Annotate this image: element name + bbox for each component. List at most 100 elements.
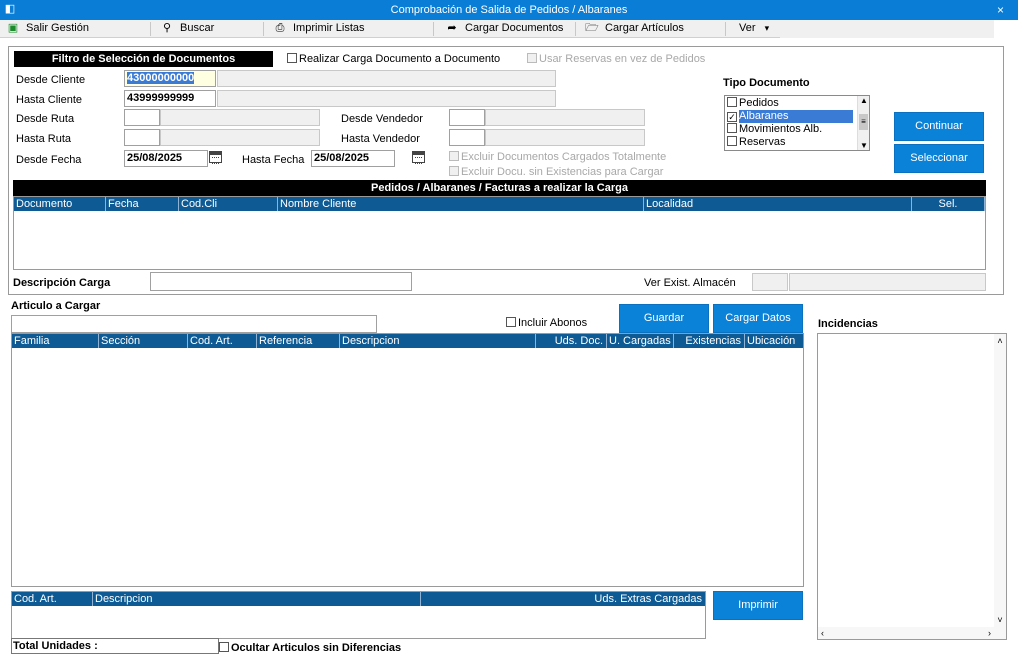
incidencias-hscrollbar[interactable]: ‹ › xyxy=(818,627,1006,639)
menu-buscar[interactable]: ⚲ Buscar xyxy=(160,20,214,38)
column-header[interactable]: Uds. Doc. xyxy=(536,334,607,348)
scroll-left-icon[interactable]: ‹ xyxy=(821,627,824,639)
desde-vendedor-name xyxy=(485,109,645,126)
articles-grid-columns: Familia Sección Cod. Art. Referencia Des… xyxy=(12,334,803,348)
realizar-carga-checkbox[interactable]: Realizar Carga Documento a Documento xyxy=(287,53,500,65)
total-unidades-label: Total Unidades : xyxy=(13,640,98,652)
menu-separator xyxy=(725,22,726,36)
column-header[interactable]: Sel. xyxy=(912,197,985,211)
list-item[interactable]: Reservas xyxy=(727,136,785,149)
column-header[interactable]: Fecha xyxy=(106,197,179,211)
tipo-documento-list[interactable]: Pedidos ✓ Albaranes Movimientos Alb. Rese… xyxy=(724,95,870,151)
menu-cargar-documentos[interactable]: ➦ Cargar Documentos xyxy=(445,20,563,38)
column-header[interactable]: Documento xyxy=(14,197,106,211)
desde-vendedor-input[interactable] xyxy=(449,109,485,126)
desde-ruta-label: Desde Ruta xyxy=(16,113,75,125)
menu-bar: ▣ Salir Gestión ⚲ Buscar ⎙ Imprimir Listas … xyxy=(0,20,994,38)
scroll-down-icon[interactable]: ˅ xyxy=(994,615,1006,625)
menu-separator xyxy=(263,22,264,36)
tipo-documento-scrollbar[interactable]: ▲ ≡ ▼ xyxy=(857,96,869,150)
checkbox-icon xyxy=(449,166,459,176)
column-header[interactable]: Existencias xyxy=(674,334,745,348)
column-header[interactable]: Cod. Art. xyxy=(188,334,257,348)
cargar-datos-button[interactable]: Cargar Datos xyxy=(713,304,803,333)
scroll-right-icon[interactable]: › xyxy=(988,627,991,639)
imprimir-button[interactable]: Imprimir xyxy=(713,591,803,620)
incidencias-textarea[interactable]: ˄ ˅ ‹ › xyxy=(817,333,1007,640)
column-header[interactable]: Cod.Cli xyxy=(179,197,278,211)
incluir-abonos-checkbox[interactable]: Incluir Abonos xyxy=(506,317,587,329)
excluir-sin-existencias-checkbox[interactable]: Excluir Docu. sin Existencias para Carga… xyxy=(449,166,663,178)
guardar-button[interactable]: Guardar xyxy=(619,304,709,333)
hasta-cliente-input[interactable]: 43999999999 xyxy=(124,90,216,107)
scroll-down-icon[interactable]: ▼ xyxy=(858,141,870,150)
menu-cargar-articulos[interactable]: 🗁 Cargar Artículos xyxy=(585,20,684,38)
menu-ver[interactable]: Ver ▾ xyxy=(739,20,769,38)
hasta-vendedor-name xyxy=(485,129,645,146)
desde-ruta-name xyxy=(160,109,320,126)
excluir-cargados-checkbox[interactable]: Excluir Documentos Cargados Totalmente xyxy=(449,151,666,163)
total-unidades-box: Total Unidades : xyxy=(11,638,219,654)
ocultar-sin-diferencias-checkbox[interactable]: Ocultar Articulos sin Diferencias xyxy=(219,642,401,654)
checkbox-icon xyxy=(219,642,229,652)
hasta-ruta-name xyxy=(160,129,320,146)
exit-icon: ▣ xyxy=(7,22,19,34)
column-header[interactable]: Sección xyxy=(99,334,188,348)
column-header[interactable]: Familia xyxy=(12,334,99,348)
arrow-right-icon: ➦ xyxy=(447,22,457,34)
column-header[interactable]: U. Cargadas xyxy=(607,334,674,348)
hasta-fecha-input[interactable]: 25/08/2025 xyxy=(311,150,395,167)
scroll-up-icon[interactable]: ▲ xyxy=(858,96,870,105)
column-header[interactable]: Descripcion xyxy=(93,592,421,606)
checkbox-icon xyxy=(506,317,516,327)
checkbox-icon xyxy=(287,53,297,63)
menu-separator xyxy=(433,22,434,36)
articulo-cargar-label: Articulo a Cargar xyxy=(11,300,101,312)
list-item[interactable]: ✓ Albaranes xyxy=(727,110,857,123)
printer-icon: ⎙ xyxy=(275,22,285,34)
seleccionar-button[interactable]: Seleccionar xyxy=(894,144,984,173)
menu-bar-extension xyxy=(780,20,994,38)
tipo-documento-label: Tipo Documento xyxy=(723,77,810,89)
checkmark-icon: ✓ xyxy=(727,112,737,122)
scroll-up-icon[interactable]: ˄ xyxy=(994,336,1006,346)
column-header[interactable]: Referencia xyxy=(257,334,340,348)
desde-vendedor-label: Desde Vendedor xyxy=(341,113,423,125)
docs-grid[interactable]: Documento Fecha Cod.Cli Nombre Cliente L… xyxy=(13,196,986,270)
column-header[interactable]: Uds. Extras Cargadas xyxy=(421,592,705,606)
hasta-vendedor-input[interactable] xyxy=(449,129,485,146)
close-icon[interactable]: × xyxy=(997,0,1004,20)
desde-ruta-input[interactable] xyxy=(124,109,160,126)
binoculars-icon: ⚲ xyxy=(162,22,172,34)
menu-salir-gestion[interactable]: ▣ Salir Gestión xyxy=(6,20,89,38)
checkbox-icon xyxy=(727,123,737,133)
column-header[interactable]: Descripcion xyxy=(340,334,536,348)
app-icon: ◧ xyxy=(4,3,16,15)
desde-cliente-input[interactable]: 43000000000 xyxy=(124,70,216,87)
continuar-anterior-button[interactable]: Continuar Anterior xyxy=(894,112,984,159)
checkbox-icon xyxy=(727,97,737,107)
scroll-thumb[interactable]: ≡ xyxy=(859,114,868,130)
hasta-ruta-input[interactable] xyxy=(124,129,160,146)
list-item[interactable]: Pedidos xyxy=(727,97,779,110)
extras-grid[interactable]: Cod. Art. Descripcion Uds. Extras Cargad… xyxy=(11,591,706,639)
column-header[interactable]: Cod. Art. xyxy=(12,592,93,606)
articulo-cargar-input[interactable] xyxy=(11,315,377,333)
articles-grid[interactable]: Familia Sección Cod. Art. Referencia Des… xyxy=(11,333,804,587)
almacen-code-field xyxy=(752,273,788,291)
column-header[interactable]: Localidad xyxy=(644,197,912,211)
calendar-icon[interactable] xyxy=(209,151,222,164)
usar-reservas-checkbox[interactable]: Usar Reservas en vez de Pedidos xyxy=(527,53,705,65)
descripcion-carga-label: Descripción Carga xyxy=(13,277,111,289)
column-header[interactable]: Nombre Cliente xyxy=(278,197,644,211)
column-header[interactable]: Ubicación xyxy=(745,334,803,348)
desde-fecha-input[interactable]: 25/08/2025 xyxy=(124,150,208,167)
descripcion-carga-input[interactable] xyxy=(150,272,412,291)
hasta-fecha-label: Hasta Fecha xyxy=(242,154,305,166)
incidencias-vscrollbar[interactable]: ˄ ˅ xyxy=(994,334,1006,627)
hasta-vendedor-label: Hasta Vendedor xyxy=(341,133,420,145)
calendar-icon[interactable] xyxy=(412,151,426,164)
chevron-down-icon: ▾ xyxy=(764,23,770,33)
list-item[interactable]: Movimientos Alb. xyxy=(727,123,822,136)
menu-imprimir-listas[interactable]: ⎙ Imprimir Listas xyxy=(273,20,365,38)
